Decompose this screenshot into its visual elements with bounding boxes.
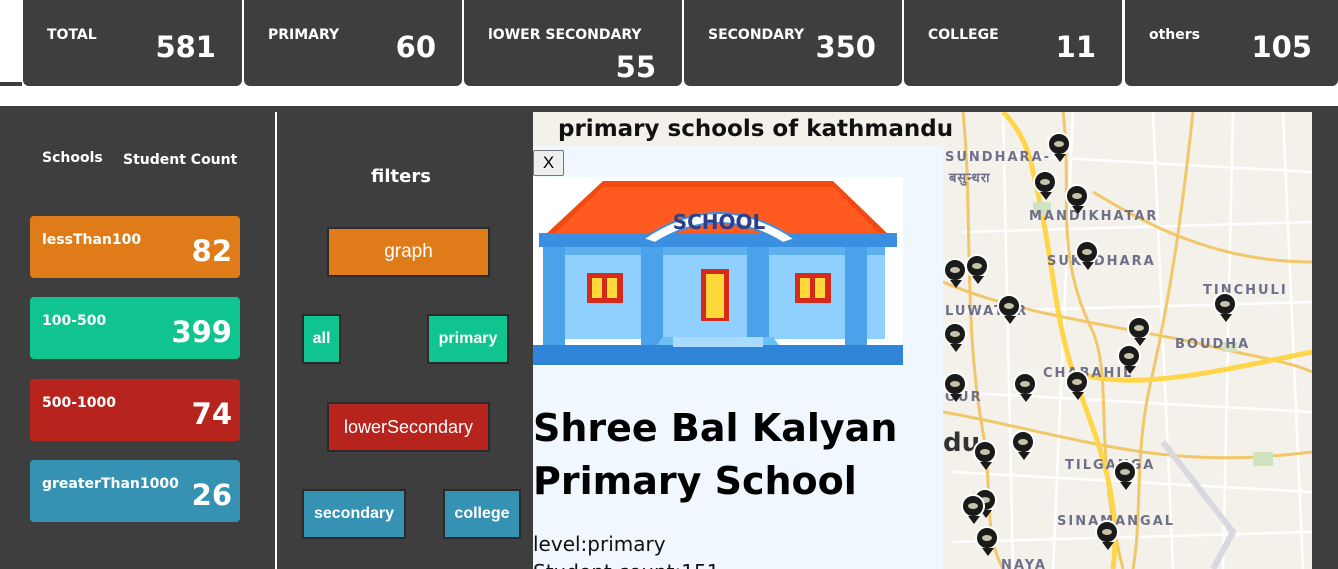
map-place-label: TILGANGA [1065, 458, 1156, 473]
map[interactable]: SUNDHARA- बसुन्धरा MANDIKHATAR SUKEDHARA… [533, 112, 1312, 569]
range-value: 74 [191, 397, 232, 431]
school-marker-icon[interactable] [997, 294, 1021, 324]
school-marker-icon[interactable] [1047, 132, 1071, 162]
range-label: greaterThan1000 [42, 476, 179, 492]
school-marker-icon[interactable] [1065, 370, 1089, 400]
divider [0, 82, 22, 86]
schools-header: Schools [42, 150, 103, 166]
school-name: Shree Bal Kalyan Primary School [533, 406, 898, 503]
range-label: lessThan100 [42, 232, 142, 248]
school-marker-icon[interactable] [1013, 372, 1037, 402]
range-card-greater-than-1000[interactable]: greaterThan1000 26 [30, 460, 240, 522]
map-place-label: SUNDHARA- [945, 150, 1051, 165]
stat-card-others: others 105 [1125, 0, 1338, 86]
school-marker-icon[interactable] [1033, 170, 1057, 200]
stat-value: 55 [615, 50, 656, 84]
graph-button[interactable]: graph [327, 227, 490, 277]
student-count-panel: Schools Student Count lessThan100 82 100… [0, 106, 275, 569]
school-marker-icon[interactable] [975, 526, 999, 556]
school-marker-icon[interactable] [961, 494, 985, 524]
filter-lower-secondary-button[interactable]: lowerSecondary [327, 402, 490, 452]
filter-primary-button[interactable]: primary [427, 314, 509, 364]
stat-value: 60 [395, 30, 436, 64]
school-marker-icon[interactable] [1213, 292, 1237, 322]
school-marker-icon[interactable] [1117, 344, 1141, 374]
page-edge [1312, 106, 1338, 569]
school-marker-icon[interactable] [943, 258, 967, 288]
filters-title: filters [371, 166, 431, 187]
stat-label: SECONDARY [708, 27, 805, 43]
filter-college-button[interactable]: college [443, 489, 521, 539]
stat-value: 105 [1251, 30, 1312, 64]
stat-label: PRIMARY [268, 27, 340, 43]
range-label: 500-1000 [42, 395, 116, 411]
school-marker-icon[interactable] [965, 254, 989, 284]
stat-label: lOWER SECONDARY [488, 27, 642, 43]
school-marker-icon[interactable] [943, 372, 967, 402]
school-sign-text: SCHOOL [673, 210, 766, 234]
stat-value: 581 [155, 30, 216, 64]
map-place-label: SUKEDHARA [1047, 254, 1156, 269]
school-illustration: SCHOOL [533, 177, 903, 367]
map-place-label: NAYA [1001, 558, 1047, 569]
filter-all-button[interactable]: all [302, 314, 341, 364]
stat-value: 350 [815, 30, 876, 64]
map-place-label: BOUDHA [1175, 337, 1251, 352]
student-count-header: Student Count [123, 152, 238, 168]
school-marker-icon[interactable] [973, 440, 997, 470]
school-marker-icon[interactable] [943, 322, 967, 352]
map-place-label: बसुन्धरा [949, 171, 991, 186]
map-title: primary schools of kathmandu [558, 116, 954, 142]
stat-card-college: COLLEGE 11 [904, 0, 1122, 86]
range-label: 100-500 [42, 313, 107, 329]
range-value: 26 [191, 478, 232, 512]
school-marker-icon[interactable] [1075, 240, 1099, 270]
stat-label: TOTAL [47, 27, 97, 43]
range-value: 399 [171, 315, 232, 349]
stat-card-primary: PRIMARY 60 [244, 0, 462, 86]
school-marker-icon[interactable] [1011, 430, 1035, 460]
stat-label: COLLEGE [928, 27, 999, 43]
range-card-100-500[interactable]: 100-500 399 [30, 297, 240, 359]
school-marker-icon[interactable] [1065, 184, 1089, 214]
range-value: 82 [191, 234, 232, 268]
stat-value: 11 [1055, 30, 1096, 64]
range-card-less-than-100[interactable]: lessThan100 82 [30, 216, 240, 278]
school-level: level:primary [533, 532, 666, 556]
school-marker-icon[interactable] [1113, 460, 1137, 490]
stat-label: others [1149, 27, 1201, 43]
close-button[interactable]: X [533, 150, 564, 176]
stat-card-lower-secondary: lOWER SECONDARY 55 [464, 0, 682, 86]
filters-panel: filters graph all primary lowerSecondary… [277, 106, 533, 569]
school-popup: X SCHOOL Shree Bal Kalyan Primary School… [533, 146, 943, 569]
map-place-label: MANDIKHATAR [1029, 209, 1159, 224]
stat-card-secondary: SECONDARY 350 [684, 0, 902, 86]
range-card-500-1000[interactable]: 500-1000 74 [30, 379, 240, 441]
stat-card-total: TOTAL 581 [23, 0, 242, 86]
school-marker-icon[interactable] [1127, 316, 1151, 346]
filter-secondary-button[interactable]: secondary [302, 489, 406, 539]
school-student-count: Student count:151 [533, 560, 719, 569]
stats-bar: TOTAL 581 PRIMARY 60 lOWER SECONDARY 55 … [0, 0, 1338, 86]
school-marker-icon[interactable] [1095, 520, 1119, 550]
